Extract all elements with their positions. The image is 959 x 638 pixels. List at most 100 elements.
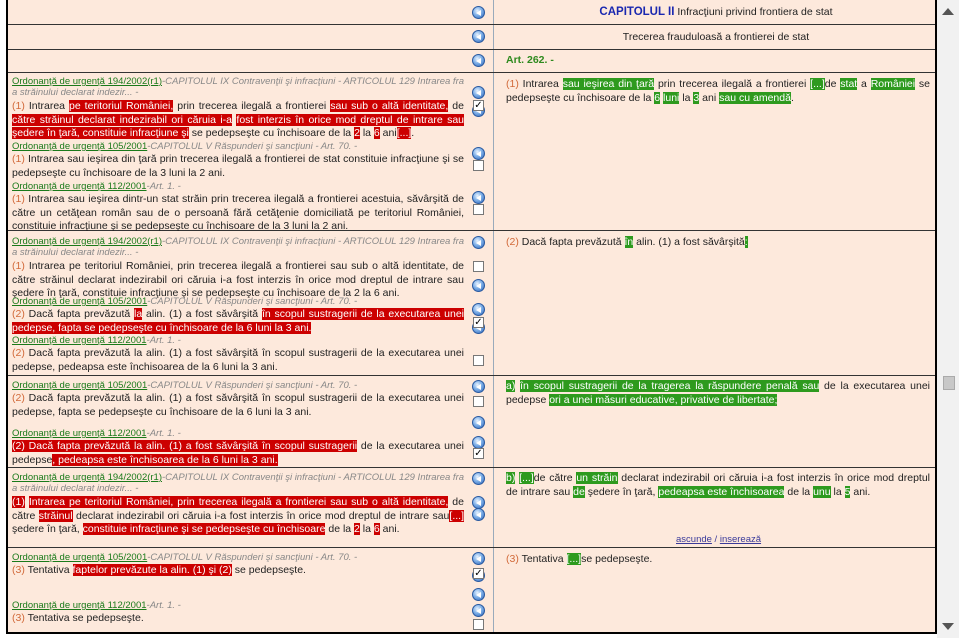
back-arrow-icon[interactable]: [472, 236, 485, 249]
source-location: -Art. 1. -: [146, 335, 181, 346]
source-reference: Ordonanţă de urgenţă 112/2001-Art. 1. -: [12, 600, 464, 611]
back-arrow-icon[interactable]: [472, 416, 485, 429]
source-location: -CAPITOLUL V Răspunderi şi sancţiuni - A…: [147, 141, 358, 152]
highlighted-diff: (1): [12, 496, 25, 508]
source-reference: Ordonanţă de urgenţă 194/2002(r1)-CAPITO…: [12, 472, 464, 494]
highlighted-diff: (2): [12, 440, 25, 452]
back-arrow-icon[interactable]: [472, 588, 485, 601]
source-location: -CAPITOLUL V Răspunderi şi sancţiuni - A…: [147, 380, 358, 391]
select-checkbox[interactable]: [473, 396, 484, 407]
back-arrow-icon[interactable]: [472, 30, 485, 43]
source-paragraph: (1) Intrarea sau ieşirea din ţară prin t…: [12, 153, 464, 180]
highlighted-diff: ori a unei măsuri educative, privative d…: [549, 393, 778, 406]
source-paragraph: (3) Tentativa se pedepseşte.: [12, 612, 464, 626]
highlighted-diff: unu: [813, 485, 831, 498]
back-arrow-icon[interactable]: [472, 6, 485, 19]
text-segment: Intrarea: [24, 100, 69, 112]
back-arrow-icon[interactable]: [472, 472, 485, 485]
back-arrow-icon[interactable]: [472, 508, 485, 521]
text-segment: de la: [325, 523, 355, 536]
source-link[interactable]: Ordonanţă de urgenţă 194/2002(r1): [12, 76, 162, 87]
scroll-down-icon[interactable]: [942, 623, 954, 630]
source-link[interactable]: Ordonanţă de urgenţă 112/2001: [12, 428, 147, 439]
source-location: -CAPITOLUL IX Contravenţii şi infracţiun…: [162, 472, 464, 483]
paragraph-number: (1): [506, 78, 519, 90]
source-location: -CAPITOLUL V Răspunderi şi sancţiuni - A…: [147, 552, 358, 563]
source-link[interactable]: Ordonanţă de urgenţă 105/2001: [12, 380, 147, 391]
back-arrow-icon[interactable]: [472, 86, 485, 99]
text-segment: Intrarea: [518, 78, 563, 90]
scroll-thumb[interactable]: [943, 376, 955, 390]
insert-link[interactable]: inserează: [720, 534, 761, 545]
source-link[interactable]: Ordonanţă de urgenţă 194/2002(r1): [12, 236, 162, 247]
source-link[interactable]: Ordonanţă de urgenţă 105/2001: [12, 296, 147, 307]
select-checkbox[interactable]: [473, 355, 484, 366]
select-checkbox[interactable]: ✓: [473, 100, 484, 111]
source-location: -CAPITOLUL V Răspunderi şi sancţiuni - A…: [147, 296, 358, 307]
select-checkbox[interactable]: [473, 160, 484, 171]
select-checkbox[interactable]: ✓: [473, 568, 484, 579]
highlighted-diff: sau cu amendă: [719, 91, 791, 104]
select-checkbox[interactable]: [473, 619, 484, 630]
text-segment: Intrarea sau ieşirea dintr-un stat străi…: [12, 193, 464, 233]
source-paragraph: (2) Dacă fapta prevăzută la alin. (1) a …: [12, 308, 464, 335]
source-link[interactable]: Ordonanţă de urgenţă 112/2001: [12, 181, 147, 192]
text-segment: ani.: [379, 523, 400, 536]
source-link[interactable]: Ordonanţă de urgenţă 112/2001: [12, 600, 147, 611]
select-checkbox[interactable]: ✓: [473, 317, 484, 328]
source-link[interactable]: Ordonanţă de urgenţă 105/2001: [12, 141, 147, 152]
back-arrow-icon[interactable]: [472, 191, 485, 204]
back-arrow-icon[interactable]: [472, 380, 485, 393]
text-segment: Tentativa: [24, 564, 73, 576]
highlighted-diff: :: [744, 236, 748, 248]
text-segment: Dacă fapta prevăzută la alin. (1) a fost…: [12, 392, 464, 418]
highlighted-diff: pedeapsa este închisoarea: [658, 485, 785, 498]
text-segment: la: [679, 91, 694, 104]
select-checkbox[interactable]: ✓: [473, 448, 484, 459]
highlighted-diff: în: [624, 236, 634, 248]
right-paragraph: (2) Dacă fapta prevăzută în alin. (1) a …: [506, 236, 930, 250]
text-segment: de la: [784, 485, 814, 498]
highlighted-diff: în scopul sustragerii de la tragerea la …: [520, 380, 820, 392]
source-location-cont: a străinului declarat indezir... -: [12, 247, 139, 258]
source-reference: Ordonanţă de urgenţă 194/2002(r1)-CAPITO…: [12, 236, 464, 258]
right-paragraph: a) în scopul sustragerii de la tragerea …: [506, 380, 930, 407]
row-links: ascunde / inserează: [676, 534, 761, 545]
text-segment: prin trecerea ilegală a frontierei: [173, 100, 331, 112]
back-arrow-icon[interactable]: [472, 552, 485, 565]
paragraph-number: (2): [12, 308, 25, 320]
highlighted-diff: constituie infracţiune şi se pedepseşte …: [82, 523, 326, 536]
highlighted-diff: României: [870, 78, 916, 90]
text-segment: Intrarea pe teritoriul României, prin tr…: [12, 260, 464, 300]
text-segment: alin. (1) a fost săvârşită: [142, 308, 262, 320]
chapter-number: CAPITOLUL II: [599, 6, 675, 18]
chapter-heading: CAPITOLUL II Infracţiuni privind frontie…: [500, 5, 932, 19]
hide-link[interactable]: ascunde: [676, 534, 712, 545]
comparison-row-1: Ordonanţă de urgenţă 194/2002(r1) -CAPITO…: [8, 73, 935, 233]
highlighted-diff: b): [506, 472, 516, 484]
back-arrow-icon[interactable]: [472, 604, 485, 617]
back-arrow-icon[interactable]: [472, 54, 485, 67]
source-reference: Ordonanţă de urgenţă 105/2001-CAPITOLUL …: [12, 552, 464, 563]
back-arrow-icon[interactable]: [472, 279, 485, 292]
source-link[interactable]: Ordonanţă de urgenţă 105/2001: [12, 552, 147, 563]
paragraph-number: (3): [12, 612, 25, 624]
vertical-scrollbar[interactable]: [937, 0, 959, 638]
back-arrow-icon[interactable]: [472, 303, 485, 316]
row-controls: [467, 0, 491, 24]
article-row: Art. 262. -: [8, 50, 935, 73]
scroll-up-icon[interactable]: [942, 8, 954, 15]
highlighted-diff: , pedeapsa este închisoarea de la 6 luni…: [52, 453, 278, 466]
highlighted-diff: [...]: [566, 553, 582, 565]
source-link[interactable]: Ordonanţă de urgenţă 112/2001: [12, 335, 147, 346]
select-checkbox[interactable]: [473, 204, 484, 215]
document-frame: CAPITOLUL II Infracţiuni privind frontie…: [6, 0, 937, 634]
source-link[interactable]: Ordonanţă de urgenţă 194/2002(r1): [12, 472, 162, 483]
highlighted-diff: faptelor prevăzute la alin. (1) şi (2): [72, 564, 232, 576]
paragraph-number: (2): [506, 236, 519, 248]
select-checkbox[interactable]: [473, 261, 484, 272]
back-arrow-icon[interactable]: [472, 147, 485, 160]
source-reference: Ordonanţă de urgenţă 112/2001-Art. 1. -: [12, 181, 464, 192]
text-segment: declarat indezirabil ori căruia i-a fost…: [72, 509, 450, 522]
highlighted-diff: de: [573, 485, 585, 498]
